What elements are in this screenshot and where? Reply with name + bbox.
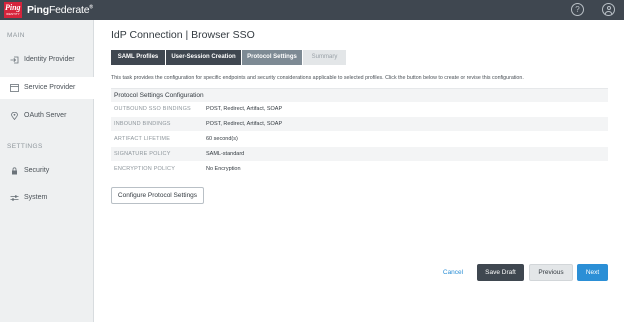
sidebar: MAIN Identity Provider Service Provider … [0, 20, 95, 322]
sidebar-item-label: Identity Provider [24, 56, 75, 63]
cancel-button[interactable]: Cancel [438, 264, 468, 281]
product-name: PingFederate® [27, 4, 93, 16]
sidebar-section-settings: SETTINGS [7, 143, 43, 150]
table-row: INBOUND BINDINGS POST, Redirect, Artifac… [111, 117, 608, 131]
section-title: Protocol Settings Configuration [111, 88, 608, 102]
table-row: OUTBOUND SSO BINDINGS POST, Redirect, Ar… [111, 102, 608, 116]
sliders-icon [10, 194, 19, 202]
sidebar-section-main: MAIN [7, 32, 25, 39]
row-key: OUTBOUND SSO BINDINGS [114, 106, 191, 112]
user-head-shape [606, 6, 611, 10]
row-value: POST, Redirect, Artifact, SOAP [206, 121, 283, 127]
help-icon[interactable]: ? [571, 3, 584, 16]
row-value: SAML-standard [206, 151, 245, 157]
previous-button[interactable]: Previous [529, 264, 573, 281]
row-key: SIGNATURE POLICY [114, 151, 171, 157]
table-row: ARTIFACT LIFETIME 60 second(s) [111, 132, 608, 146]
row-value: 60 second(s) [206, 136, 238, 142]
table-row: ENCRYPTION POLICY No Encryption [111, 162, 608, 176]
page-title: IdP Connection | Browser SSO [111, 29, 255, 41]
user-shoulders-shape [605, 11, 612, 15]
sidebar-item-identity-provider[interactable]: Identity Provider [0, 49, 94, 71]
window-icon [10, 84, 19, 92]
sidebar-item-label: OAuth Server [24, 112, 67, 119]
sidebar-item-label: Security [24, 167, 50, 174]
tab-summary: Summary [303, 50, 346, 65]
sidebar-item-security[interactable]: Security [0, 160, 94, 182]
save-draft-button[interactable]: Save Draft [477, 264, 524, 281]
product-name-light: Federate [48, 4, 90, 16]
row-key: ARTIFACT LIFETIME [114, 136, 171, 142]
sign-in-icon [10, 56, 19, 64]
row-value: No Encryption [206, 166, 241, 172]
user-avatar-icon[interactable] [602, 3, 615, 16]
product-name-bold: Ping [27, 4, 49, 16]
task-description: This task provides the configuration for… [111, 75, 524, 81]
top-bar: Ping IDENTITY PingFederate® ? [0, 0, 624, 20]
trademark: ® [89, 4, 93, 11]
sidebar-item-service-provider[interactable]: Service Provider [0, 77, 95, 99]
row-key: INBOUND BINDINGS [114, 121, 171, 127]
sidebar-item-system[interactable]: System [0, 187, 94, 209]
tab-saml-profiles[interactable]: SAML Profiles [111, 50, 165, 65]
table-row: SIGNATURE POLICY SAML-standard [111, 147, 608, 161]
help-glyph: ? [575, 5, 580, 14]
sidebar-item-label: System [24, 194, 48, 201]
location-pin-icon [10, 111, 19, 121]
ping-identity-logo[interactable]: Ping IDENTITY [4, 2, 22, 18]
tab-protocol-settings[interactable]: Protocol Settings [242, 50, 302, 65]
configure-protocol-settings-button[interactable]: Configure Protocol Settings [111, 187, 204, 204]
sidebar-item-label: Service Provider [24, 84, 76, 91]
logo-text: Ping [5, 3, 21, 12]
row-key: ENCRYPTION POLICY [114, 166, 176, 172]
lock-icon [10, 167, 19, 175]
sidebar-item-oauth-server[interactable]: OAuth Server [0, 105, 94, 127]
next-button[interactable]: Next [577, 264, 608, 281]
logo-subtext: IDENTITY [6, 12, 20, 16]
tab-user-session-creation[interactable]: User-Session Creation [166, 50, 241, 65]
row-value: POST, Redirect, Artifact, SOAP [206, 106, 283, 112]
